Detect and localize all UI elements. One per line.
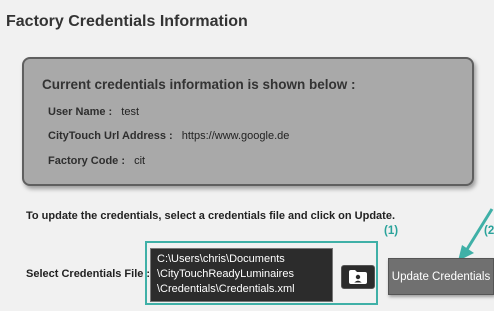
url-address-value: https://www.google.de [181,130,290,142]
folder-user-icon [349,270,367,284]
user-name-row: User Name : test [48,106,139,118]
url-address-label: CityTouch Url Address : [48,130,173,142]
factory-code-value: cit [134,155,146,167]
update-instructions: To update the credentials, select a cred… [26,210,396,222]
file-path-line: \Credentials\Credentials.xml [157,283,295,295]
credentials-info-panel: Current credentials information is shown… [22,57,474,186]
file-path-line: \CityTouchReadyLuminaires [157,268,294,280]
factory-code-label: Factory Code : [48,155,126,167]
step-2-arrow-icon [458,208,494,261]
update-credentials-button[interactable]: Update Credentials [388,258,494,295]
browse-file-button[interactable] [341,265,375,289]
credentials-file-path-field[interactable]: C:\Users\chris\Documents \CityTouchReady… [150,248,333,302]
user-name-label: User Name : [48,106,113,118]
info-heading: Current credentials information is shown… [42,77,356,92]
page-title: Factory Credentials Information [6,13,248,30]
user-name-value: test [121,106,139,118]
step-1-annotation: (1) [384,225,399,237]
url-address-row: CityTouch Url Address : https://www.goog… [48,130,289,142]
select-credentials-label: Select Credentials File : [26,268,151,280]
factory-code-row: Factory Code : cit [48,155,145,167]
file-path-line: C:\Users\chris\Documents [157,253,285,265]
